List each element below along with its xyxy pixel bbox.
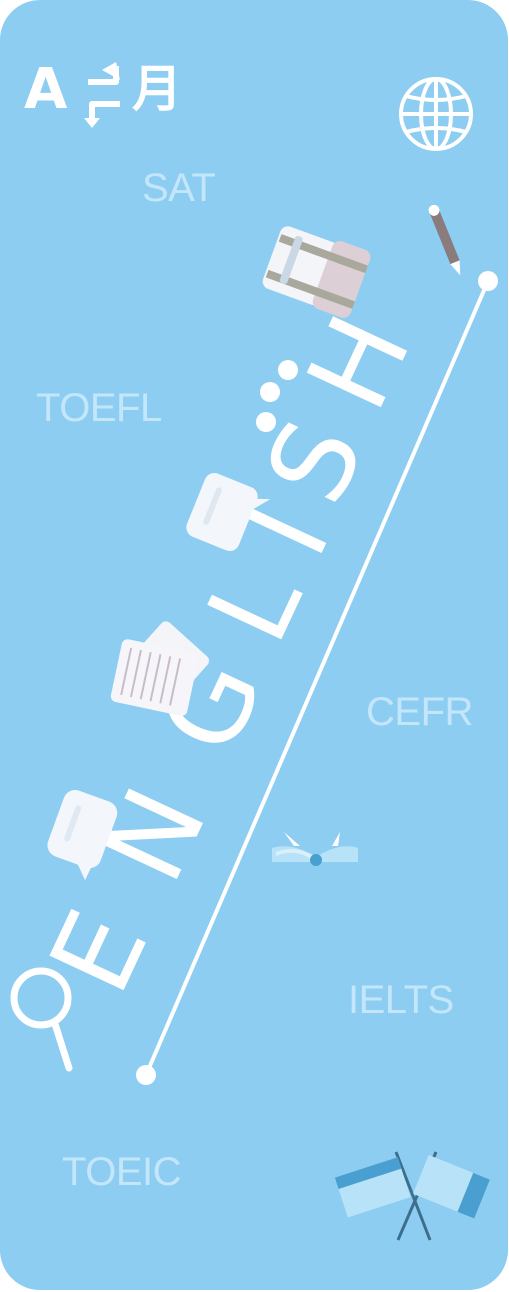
line-end-dot-top — [478, 271, 498, 291]
wordmark-letter-h: H — [283, 297, 436, 428]
deco-dot — [278, 360, 298, 380]
globe-icon — [399, 77, 473, 151]
pencil-icon — [428, 204, 461, 276]
crossed-flags-icon — [334, 1151, 490, 1241]
magnifier-icon — [10, 967, 73, 1072]
wordmark-letter-l: L — [183, 549, 327, 661]
deco-dot — [256, 412, 276, 432]
banner-artwork: E N G L I S H — [10, 77, 498, 1241]
open-book-icon — [272, 832, 358, 866]
wordmark-letter-e: E — [26, 892, 174, 1011]
deco-dot — [260, 382, 280, 402]
english-banner: SAT TOEFL CEFR IELTS TOEIC A 月 E N G L I… — [0, 0, 508, 1290]
line-end-dot-bottom — [136, 1065, 156, 1085]
backpack-icon — [262, 226, 371, 318]
english-wordmark: E N G L I S H — [26, 297, 437, 1011]
